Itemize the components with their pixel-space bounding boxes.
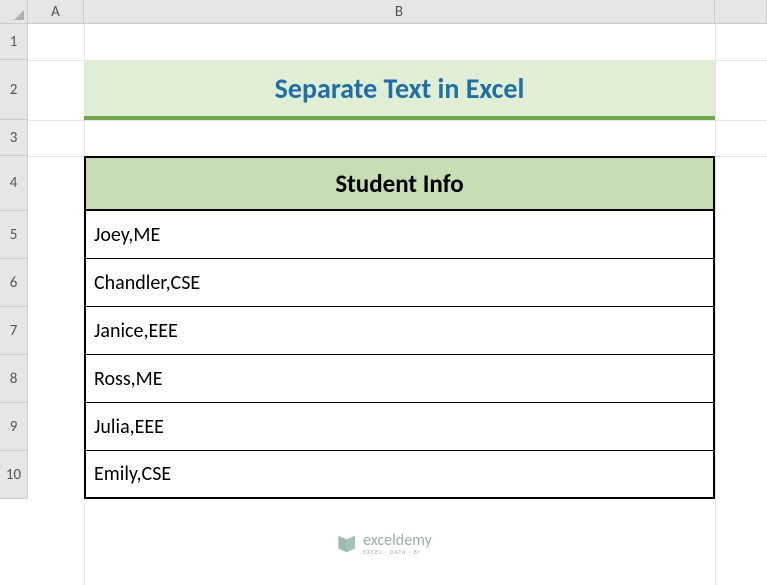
cell-value: Janice,EEE xyxy=(94,319,178,343)
data-table: Student Info Joey,ME Chandler,CSE Janice… xyxy=(84,156,715,499)
cell-value: Ross,ME xyxy=(94,367,163,391)
column-header-b[interactable]: B xyxy=(84,0,715,23)
table-row[interactable]: Chandler,CSE xyxy=(84,259,715,307)
table-row[interactable]: Emily,CSE xyxy=(84,451,715,499)
table-header[interactable]: Student Info xyxy=(84,156,715,211)
row-header-1[interactable]: 1 xyxy=(0,24,27,60)
watermark-sub: EXCEL · DATA · BI xyxy=(363,549,432,555)
row-header-10[interactable]: 10 xyxy=(0,451,27,499)
cell-area[interactable]: Separate Text in Excel Student Info Joey… xyxy=(28,24,767,561)
row-header-4[interactable]: 4 xyxy=(0,156,27,211)
title-cell[interactable]: Separate Text in Excel xyxy=(84,60,715,120)
row-header-8[interactable]: 8 xyxy=(0,355,27,403)
row-header-3[interactable]: 3 xyxy=(0,120,27,156)
row-header-6[interactable]: 6 xyxy=(0,259,27,307)
cell-value: Chandler,CSE xyxy=(94,271,200,295)
cell-value: Joey,ME xyxy=(94,223,160,247)
table-row[interactable]: Janice,EEE xyxy=(84,307,715,355)
row-header-7[interactable]: 7 xyxy=(0,307,27,355)
watermark: exceldemy EXCEL · DATA · BI xyxy=(335,533,432,555)
table-header-text: Student Info xyxy=(335,168,463,199)
logo-icon xyxy=(335,533,357,555)
table-row[interactable]: Joey,ME xyxy=(84,211,715,259)
spreadsheet: A B 1 2 3 4 5 6 7 8 9 10 Separate Text i… xyxy=(0,0,767,561)
cell-value: Julia,EEE xyxy=(94,415,164,439)
row-header-2[interactable]: 2 xyxy=(0,60,27,120)
select-all-corner[interactable] xyxy=(0,0,28,24)
row-header-9[interactable]: 9 xyxy=(0,403,27,451)
title-text: Separate Text in Excel xyxy=(275,71,525,106)
column-header-c[interactable] xyxy=(715,0,767,23)
column-header-a[interactable]: A xyxy=(28,0,84,23)
cell-value: Emily,CSE xyxy=(94,462,171,486)
row-header-5[interactable]: 5 xyxy=(0,211,27,259)
column-headers: A B xyxy=(28,0,767,24)
row-headers: 1 2 3 4 5 6 7 8 9 10 xyxy=(0,24,28,499)
watermark-main: exceldemy xyxy=(363,533,432,549)
table-row[interactable]: Julia,EEE xyxy=(84,403,715,451)
table-row[interactable]: Ross,ME xyxy=(84,355,715,403)
